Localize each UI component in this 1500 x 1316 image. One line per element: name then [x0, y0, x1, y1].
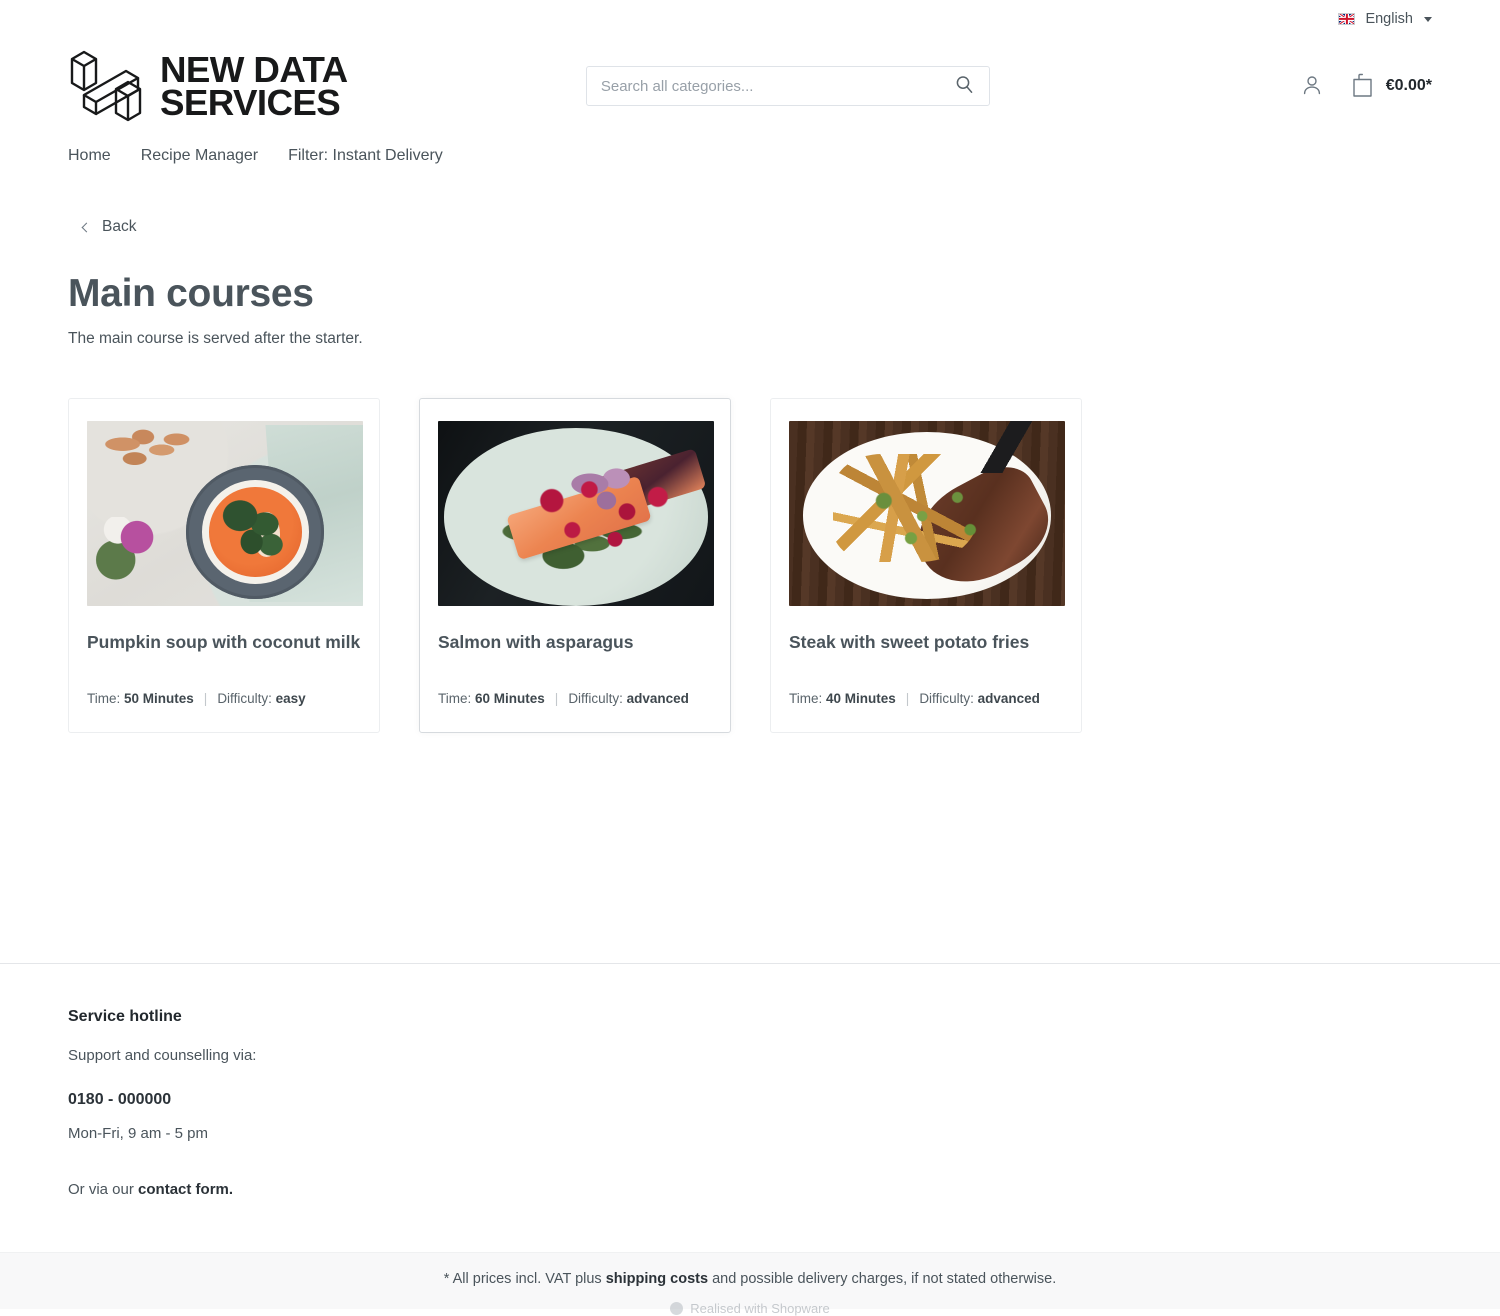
product-card[interactable]: Salmon with asparagus Time: 60 Minutes |… [419, 398, 731, 733]
contact-line: Or via our contact form. [68, 1179, 1432, 1202]
language-label: English [1365, 11, 1413, 27]
difficulty-label: Difficulty: [919, 691, 974, 706]
time-label: Time: [87, 691, 120, 706]
product-image [789, 421, 1065, 606]
product-difficulty: Difficulty: easy [217, 691, 305, 706]
cart-amount: €0.00* [1386, 77, 1432, 95]
nav-item-recipe-manager[interactable]: Recipe Manager [141, 147, 258, 165]
meta-separator: | [555, 691, 559, 706]
difficulty-value: advanced [627, 691, 689, 706]
language-switcher[interactable]: English [1338, 11, 1432, 27]
search-icon [955, 75, 974, 97]
product-time: Time: 40 Minutes [789, 691, 896, 706]
shopping-bag-icon [1350, 72, 1375, 101]
product-grid: Pumpkin soup with coconut milk Time: 50 … [68, 398, 1432, 733]
product-time: Time: 60 Minutes [438, 691, 545, 706]
search-input[interactable] [601, 78, 951, 95]
product-meta: Time: 50 Minutes | Difficulty: easy [87, 691, 361, 706]
vat-note: * All prices incl. VAT plus shipping cos… [444, 1271, 1057, 1287]
product-image [438, 421, 714, 606]
time-value: 50 Minutes [124, 691, 194, 706]
top-utility-bar: English [0, 0, 1500, 38]
time-value: 60 Minutes [475, 691, 545, 706]
uk-flag-icon [1338, 13, 1355, 25]
time-value: 40 Minutes [826, 691, 896, 706]
cart-button[interactable]: €0.00* [1350, 72, 1432, 101]
shipping-costs-link[interactable]: shipping costs [606, 1271, 708, 1287]
contact-form-link[interactable]: contact form. [138, 1181, 233, 1198]
hotline-phone: 0180 - 000000 [68, 1088, 1432, 1112]
product-meta: Time: 60 Minutes | Difficulty: advanced [438, 691, 712, 706]
product-card[interactable]: Pumpkin soup with coconut milk Time: 50 … [68, 398, 380, 733]
site-header: NEW DATA SERVICES [0, 38, 1500, 134]
product-difficulty: Difficulty: advanced [919, 691, 1040, 706]
support-text: Support and counselling via: [68, 1045, 1432, 1068]
difficulty-label: Difficulty: [568, 691, 623, 706]
back-link[interactable]: Back [83, 218, 136, 236]
time-label: Time: [789, 691, 822, 706]
product-name: Steak with sweet potato fries [789, 631, 1063, 677]
time-label: Time: [438, 691, 471, 706]
vat-prefix: * All prices incl. VAT plus [444, 1271, 606, 1287]
account-button[interactable] [1300, 73, 1324, 100]
user-account-icon [1300, 73, 1324, 100]
site-footer: Service hotline Support and counselling … [0, 964, 1500, 1202]
difficulty-value: advanced [978, 691, 1040, 706]
vat-suffix: and possible delivery charges, if not st… [708, 1271, 1056, 1287]
header-actions: €0.00* [1300, 72, 1432, 101]
logo-wordmark: NEW DATA SERVICES [160, 53, 348, 120]
bottom-legal-bar: * All prices incl. VAT plus shipping cos… [0, 1252, 1500, 1309]
product-name: Pumpkin soup with coconut milk [87, 631, 361, 677]
contact-prefix: Or via our [68, 1181, 138, 1198]
page-title: Main courses [68, 272, 1432, 316]
hotline-hours: Mon-Fri, 9 am - 5 pm [68, 1123, 1432, 1146]
hotline-title: Service hotline [68, 1008, 1432, 1026]
meta-separator: | [204, 691, 208, 706]
page-subtitle: The main course is served after the star… [68, 330, 1432, 348]
chevron-down-icon [1424, 17, 1432, 22]
difficulty-label: Difficulty: [217, 691, 272, 706]
main-content: Back Main courses The main course is ser… [0, 178, 1500, 733]
back-label: Back [102, 218, 136, 236]
chevron-left-icon [82, 222, 92, 232]
main-navigation: Home Recipe Manager Filter: Instant Deli… [0, 134, 1500, 178]
product-difficulty: Difficulty: advanced [568, 691, 689, 706]
isometric-h-logo-icon [68, 43, 144, 129]
nav-item-home[interactable]: Home [68, 147, 111, 165]
product-card[interactable]: Steak with sweet potato fries Time: 40 M… [770, 398, 1082, 733]
search-button[interactable] [951, 72, 979, 100]
product-image [87, 421, 363, 606]
product-time: Time: 50 Minutes [87, 691, 194, 706]
meta-separator: | [906, 691, 910, 706]
product-name: Salmon with asparagus [438, 631, 712, 677]
site-logo[interactable]: NEW DATA SERVICES [68, 43, 344, 129]
product-meta: Time: 40 Minutes | Difficulty: advanced [789, 691, 1063, 706]
search-area [586, 66, 990, 106]
difficulty-value: easy [276, 691, 306, 706]
search-form [586, 66, 990, 106]
nav-item-filter-instant-delivery[interactable]: Filter: Instant Delivery [288, 147, 443, 165]
